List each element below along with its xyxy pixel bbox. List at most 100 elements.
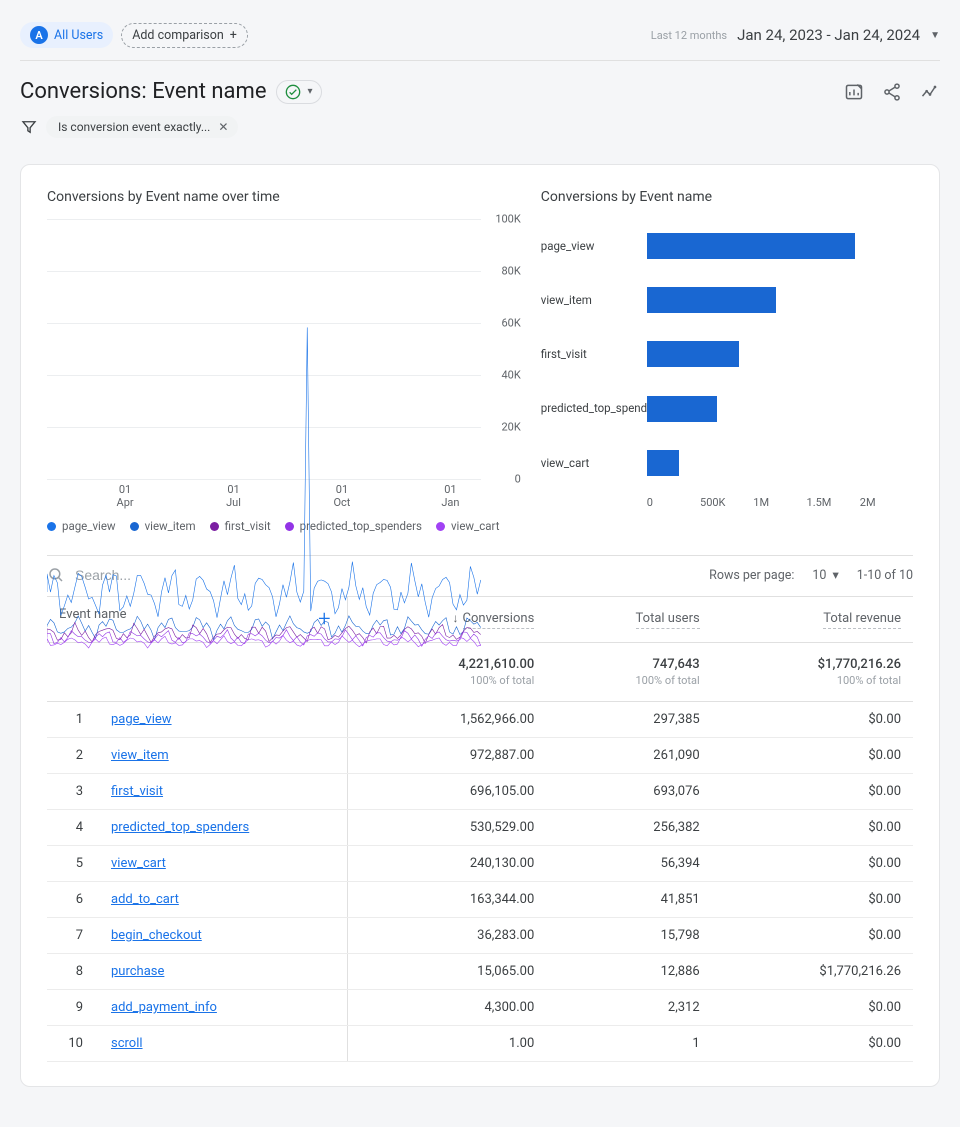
y-tick: 80K xyxy=(501,265,520,278)
cell-users: 56,394 xyxy=(546,846,711,882)
customize-report-icon[interactable] xyxy=(844,82,864,102)
status-pill[interactable]: ▾ xyxy=(276,80,321,104)
cell-users: 693,076 xyxy=(546,774,711,810)
x-tick: 01Apr xyxy=(117,483,134,509)
cell-users: 1 xyxy=(546,1026,711,1062)
event-link[interactable]: view_item xyxy=(111,748,169,763)
date-dropdown-icon[interactable]: ▼ xyxy=(930,30,940,41)
cell-revenue: $0.00 xyxy=(712,774,913,810)
bar-row: predicted_top_spenders xyxy=(541,393,913,425)
cell-users: 15,798 xyxy=(546,918,711,954)
cell-conversions: 1,562,966.00 xyxy=(347,702,546,738)
summary-revenue: $1,770,216.26 xyxy=(712,643,913,673)
cell-users: 297,385 xyxy=(546,702,711,738)
cell-conversions: 163,344.00 xyxy=(347,882,546,918)
row-index: 6 xyxy=(59,892,83,907)
cell-users: 12,886 xyxy=(546,954,711,990)
event-link[interactable]: purchase xyxy=(111,964,164,979)
bar-row: first_visit xyxy=(541,338,913,370)
rows-per-page-select[interactable]: 10 ▾ xyxy=(812,567,838,583)
line-chart: 100K80K60K40K20K0 01Apr01Jul01Oct01Jan xyxy=(47,219,521,509)
bar-row: page_view xyxy=(541,230,913,262)
add-comparison-chip[interactable]: Add comparison + xyxy=(121,23,248,48)
segment-chip[interactable]: A All Users xyxy=(20,22,113,48)
event-link[interactable]: predicted_top_spenders xyxy=(111,820,249,835)
bar-label: predicted_top_spenders xyxy=(541,401,637,415)
table-row: 1 page_view 1,562,966.00 297,385 $0.00 xyxy=(47,702,913,738)
event-link[interactable]: scroll xyxy=(111,1036,143,1051)
x-tick: 01Oct xyxy=(333,483,350,509)
filter-icon[interactable] xyxy=(20,118,38,136)
col-revenue-label: Total revenue xyxy=(823,611,901,629)
segment-letter: A xyxy=(30,26,48,44)
table-row: 5view_cart 240,130.00 56,394 $0.00 xyxy=(47,846,913,882)
segment-label: All Users xyxy=(54,28,103,43)
bar-x-tick: 2M xyxy=(860,496,913,509)
cell-revenue: $0.00 xyxy=(712,702,913,738)
cell-conversions: 240,130.00 xyxy=(347,846,546,882)
table-row: 10 scroll 1.00 1 $0.00 xyxy=(47,1026,913,1062)
row-index: 8 xyxy=(59,964,83,979)
col-revenue[interactable]: Total revenue xyxy=(712,597,913,643)
col-users[interactable]: Total users xyxy=(546,597,711,643)
bar-row: view_cart xyxy=(541,447,913,479)
cell-conversions: 4,300.00 xyxy=(347,990,546,1026)
plus-icon: + xyxy=(230,28,237,43)
bar-x-tick: 0 xyxy=(647,496,700,509)
y-tick: 20K xyxy=(501,421,520,434)
line-chart-title: Conversions by Event name over time xyxy=(47,189,521,205)
cell-revenue: $0.00 xyxy=(712,738,913,774)
bar-chart: page_view view_item first_visit predicte… xyxy=(541,219,913,509)
chevron-down-icon: ▾ xyxy=(832,567,838,583)
cell-users: 2,312 xyxy=(546,990,711,1026)
insights-icon[interactable] xyxy=(920,82,940,102)
cell-revenue: $0.00 xyxy=(712,810,913,846)
bar-x-tick: 500K xyxy=(700,496,753,509)
cell-conversions: 696,105.00 xyxy=(347,774,546,810)
date-range[interactable]: Jan 24, 2023 - Jan 24, 2024 xyxy=(737,26,920,44)
event-link[interactable]: add_payment_info xyxy=(111,1000,217,1015)
rows-per-page-value: 10 xyxy=(812,568,826,583)
line-chart-svg xyxy=(47,219,481,653)
cell-conversions: 1.00 xyxy=(347,1026,546,1062)
y-tick: 0 xyxy=(515,473,521,486)
bar-label: page_view xyxy=(541,239,637,253)
data-table: Event name + ↓Conversions Total users To… xyxy=(47,597,913,1062)
table-row: 2 view_item 972,887.00 261,090 $0.00 xyxy=(47,738,913,774)
row-index: 10 xyxy=(59,1036,83,1051)
cell-conversions: 36,283.00 xyxy=(347,918,546,954)
table-row: 8 purchase 15,065.00 12,886 $1,770,216.26 xyxy=(47,954,913,990)
check-circle-icon xyxy=(285,84,301,100)
event-link[interactable]: view_cart xyxy=(111,856,166,871)
date-hint: Last 12 months xyxy=(651,29,727,42)
bar-row: view_item xyxy=(541,284,913,316)
cell-users: 261,090 xyxy=(546,738,711,774)
y-tick: 100K xyxy=(495,213,520,226)
event-link[interactable]: begin_checkout xyxy=(111,928,202,943)
row-index: 2 xyxy=(59,748,83,763)
table-row: 7begin_checkout 36,283.00 15,798 $0.00 xyxy=(47,918,913,954)
col-users-label: Total users xyxy=(636,611,700,629)
report-card: Conversions by Event name over time 100K… xyxy=(20,164,940,1087)
cell-revenue: $0.00 xyxy=(712,1026,913,1062)
cell-revenue: $1,770,216.26 xyxy=(712,954,913,990)
cell-conversions: 15,065.00 xyxy=(347,954,546,990)
table-row: 6add_to_cart 163,344.00 41,851 $0.00 xyxy=(47,882,913,918)
cell-revenue: $0.00 xyxy=(712,846,913,882)
cell-conversions: 972,887.00 xyxy=(347,738,546,774)
filter-chip[interactable]: Is conversion event exactly... ✕ xyxy=(46,116,238,138)
page-title: Conversions: Event name xyxy=(20,79,266,104)
filter-chip-label: Is conversion event exactly... xyxy=(58,120,210,134)
filter-chip-close-icon[interactable]: ✕ xyxy=(216,120,230,134)
row-index: 1 xyxy=(59,712,83,727)
event-link[interactable]: first_visit xyxy=(111,784,163,799)
bar-label: first_visit xyxy=(541,347,637,361)
cell-users: 256,382 xyxy=(546,810,711,846)
row-index: 4 xyxy=(59,820,83,835)
share-icon[interactable] xyxy=(882,82,902,102)
event-link[interactable]: page_view xyxy=(111,712,172,727)
event-link[interactable]: add_to_cart xyxy=(111,892,179,907)
summary-subline: 100% of total xyxy=(347,672,546,702)
bar-x-tick: 1M xyxy=(753,496,806,509)
row-index: 9 xyxy=(59,1000,83,1015)
